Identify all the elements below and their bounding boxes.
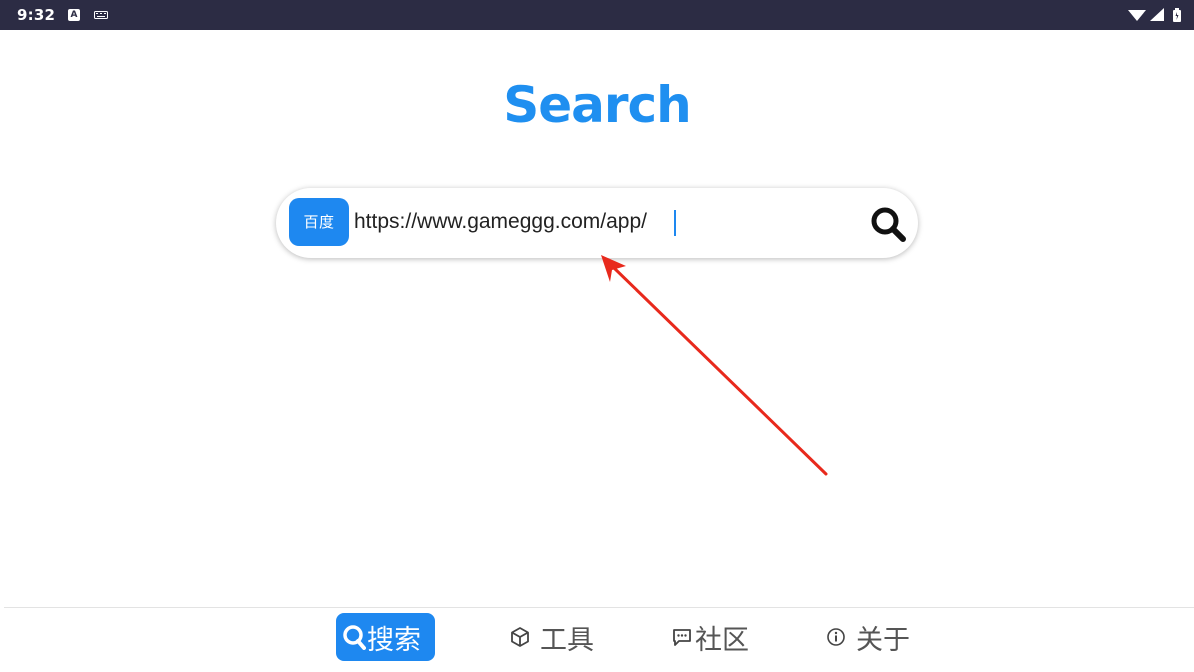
bottom-nav: 搜索 工具 社区 关于 — [0, 608, 1194, 672]
search-input[interactable] — [354, 205, 854, 239]
wifi-icon — [1128, 10, 1146, 21]
nav-item-about[interactable]: 关于 — [826, 613, 910, 661]
nav-label: 关于 — [856, 624, 910, 656]
status-bar: 9:32 A — [0, 0, 1194, 30]
status-right-icons — [1126, 7, 1188, 23]
nav-item-community[interactable]: 社区 — [671, 613, 749, 661]
nav-label: 搜索 — [367, 624, 421, 656]
battery-icon — [1173, 8, 1181, 22]
cube-icon — [511, 627, 529, 647]
nav-label: 工具 — [540, 624, 594, 656]
nav-item-tools[interactable]: 工具 — [508, 613, 594, 661]
nav-item-search[interactable]: 搜索 — [336, 613, 435, 661]
nav-label: 社区 — [695, 624, 749, 656]
a-notification-icon: A — [68, 9, 80, 21]
keyboard-icon — [94, 11, 108, 19]
status-time: 9:32 — [17, 6, 56, 24]
chat-icon — [673, 629, 691, 646]
search-bar: 百度 — [276, 188, 918, 258]
info-icon — [827, 628, 845, 646]
page-title: Search — [503, 76, 692, 134]
search-icon — [343, 625, 366, 650]
search-icon[interactable] — [868, 204, 910, 246]
search-engine-selector[interactable]: 百度 — [289, 198, 349, 246]
text-caret — [674, 210, 676, 236]
cell-signal-icon — [1150, 8, 1164, 21]
